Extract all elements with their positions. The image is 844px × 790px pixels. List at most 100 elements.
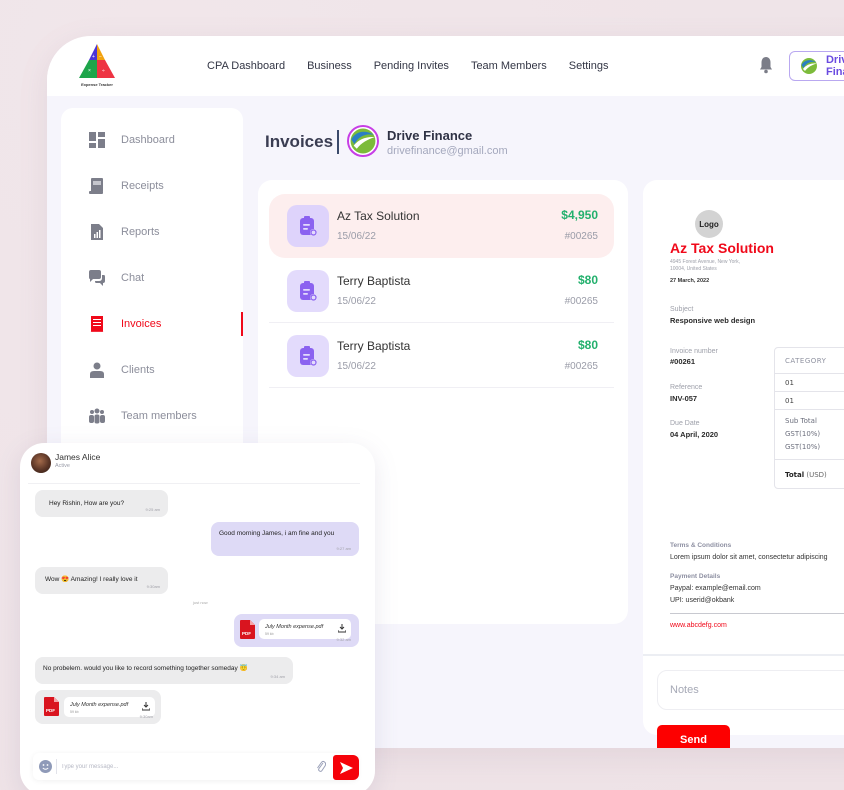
message-incoming: Wow 😍 Amazing! I really love it 9:30am (35, 567, 168, 594)
message-composer (33, 753, 358, 780)
file-attachment-card[interactable]: July Month expense.pdf 59 kb (259, 619, 351, 639)
tax-label: GST(10%) (785, 443, 821, 451)
time-divider-label: just now (193, 600, 208, 605)
logo-caption: Expense Tracker (81, 82, 113, 87)
nav-settings[interactable]: Settings (569, 60, 609, 72)
invoice-item-icon (287, 205, 329, 247)
account-button[interactable]: Drive Finance (789, 51, 844, 81)
invoice-icon (90, 316, 104, 332)
file-size: 59 kb (265, 632, 274, 636)
website-link[interactable]: www.abcdefg.com (670, 622, 727, 629)
notes-input[interactable] (657, 670, 844, 710)
contact-status: Active (55, 463, 70, 469)
clipboard-check-icon (300, 216, 317, 236)
sidebar-item-label: Clients (121, 364, 155, 376)
message-text: No probelem. would you like to record so… (43, 665, 248, 672)
chat-icon (89, 270, 105, 286)
nav-cpa-dashboard[interactable]: CPA Dashboard (207, 60, 285, 72)
send-message-button[interactable] (333, 755, 359, 780)
business-address: 4945 Forest Avenue, New York, 10004, Uni… (670, 259, 780, 273)
sidebar-item-reports[interactable]: Reports (61, 217, 243, 247)
invoice-list-item[interactable]: Terry Baptista 15/06/22 $80 #00265 (269, 259, 614, 323)
table-row: 01 (775, 374, 844, 392)
table-summary: Sub Total GST(10%) GST(10%) (775, 410, 844, 460)
nav-business[interactable]: Business (307, 60, 352, 72)
sidebar-item-clients[interactable]: Clients (61, 355, 243, 385)
sidebar-item-dashboard[interactable]: Dashboard (61, 125, 243, 155)
invoice-number-value: #00261 (670, 357, 696, 366)
sidebar-item-chat[interactable]: Chat (61, 263, 243, 293)
message-outgoing: Good morning James, i am fine and you 9:… (211, 522, 359, 556)
message-incoming: No probelem. would you like to record so… (35, 657, 293, 684)
composer-divider (56, 759, 57, 774)
file-size: 59 kb (70, 710, 79, 714)
expense-tracker-logo[interactable]: + − × ÷ Expense Tracker (75, 42, 119, 88)
terms-label: Terms & Conditions (670, 542, 732, 549)
address-line-2: 10004, United States (670, 266, 717, 272)
message-time: 9:25 am (145, 507, 160, 512)
invoice-items-table: CATEGORY 01 01 Sub Total GST(10%) GST(10… (774, 347, 844, 489)
nav-pending-invites[interactable]: Pending Invites (374, 60, 449, 72)
section-divider (643, 654, 844, 656)
contact-name: James Alice (55, 452, 101, 462)
pdf-file-icon: PDF (240, 620, 255, 639)
attachment-icon[interactable] (316, 760, 326, 773)
file-name: July Month expense.pdf (70, 702, 129, 708)
svg-text:−: − (99, 54, 102, 60)
client-name: Drive Finance (387, 128, 473, 143)
total-label: Total (785, 471, 805, 479)
drive-finance-logo-icon (350, 128, 376, 154)
page-title: Invoices (265, 132, 334, 151)
business-name: Az Tax Solution (670, 240, 774, 256)
invoice-item-icon (287, 270, 329, 312)
invoice-list-item[interactable]: Az Tax Solution 15/06/22 $4,950 #00265 (269, 194, 614, 258)
invoice-amount: $80 (577, 273, 598, 287)
due-date-label: Due Date (670, 420, 700, 427)
send-invoice-button[interactable]: Send (657, 725, 730, 748)
table-header-category: CATEGORY (775, 348, 844, 374)
table-row: 01 (775, 392, 844, 410)
sidebar-item-invoices[interactable]: Invoices (61, 309, 243, 339)
pdf-file-icon: PDF (44, 697, 59, 716)
title-divider (337, 130, 339, 154)
sidebar-item-label: Chat (121, 272, 145, 284)
message-time: 9:27 am (336, 546, 351, 551)
payment-details-label: Payment Details (670, 573, 721, 580)
account-button-label: Drive Finance (825, 54, 844, 78)
top-navbar: + − × ÷ Expense Tracker CPA Dashboard Bu… (47, 36, 844, 96)
chat-header-divider (28, 483, 360, 484)
sidebar-item-receipts[interactable]: Receipts (61, 171, 243, 201)
message-input[interactable] (61, 753, 311, 780)
emoji-icon[interactable] (39, 760, 52, 773)
nav-team-members[interactable]: Team Members (471, 60, 547, 72)
bell-icon[interactable] (759, 56, 773, 74)
contact-avatar (31, 453, 51, 473)
subject-label: Subject (670, 306, 694, 313)
sidebar-item-label: Receipts (121, 180, 164, 192)
download-icon[interactable] (142, 702, 150, 711)
invoice-amount: $80 (577, 338, 598, 352)
invoice-date: 15/06/22 (337, 231, 376, 242)
paypal-detail: Paypal: example@email.com (670, 585, 761, 592)
terms-text: Lorem ipsum dolor sit amet, consectetur … (670, 554, 828, 561)
dashboard-icon (89, 132, 105, 148)
invoice-date: 15/06/22 (337, 296, 376, 307)
sidebar-item-label: Invoices (121, 318, 162, 330)
message-time: 9:32 am (336, 637, 351, 642)
table-total-row: Total (USD) (775, 460, 844, 488)
svg-text:PDF: PDF (46, 708, 55, 713)
receipt-icon (89, 178, 103, 194)
download-icon[interactable] (338, 624, 346, 633)
report-icon (91, 224, 103, 240)
svg-text:+: + (92, 54, 95, 60)
chat-panel: James Alice Active Hey Rishin, How are y… (20, 443, 375, 790)
svg-text:PDF: PDF (242, 631, 251, 636)
sidebar-item-team-members[interactable]: Team members (61, 401, 243, 431)
address-line-1: 4945 Forest Avenue, New York, (670, 259, 740, 265)
invoice-amount: $4,950 (561, 208, 598, 222)
client-avatar (347, 125, 379, 157)
reference-label: Reference (670, 384, 703, 391)
logo-icon: + − × ÷ (79, 44, 115, 78)
message-text: Good morning James, i am fine and you (219, 530, 335, 537)
invoice-list-item[interactable]: Terry Baptista 15/06/22 $80 #00265 (269, 324, 614, 388)
